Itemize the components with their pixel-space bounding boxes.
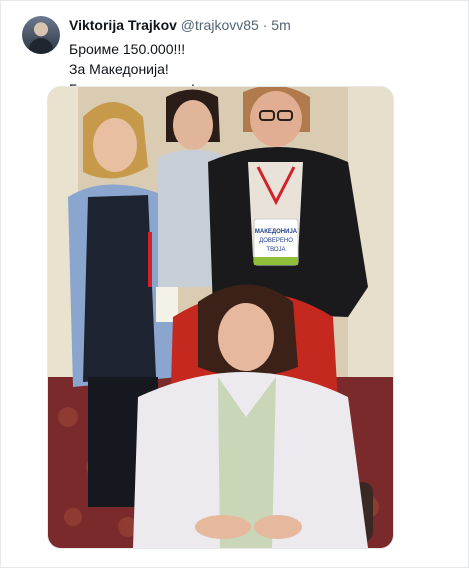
separator-dot: · bbox=[262, 17, 268, 33]
tweet-text-line: Броиме 150.000!!! bbox=[69, 41, 186, 57]
tweet-header: Viktorija Trajkov @trajkovv85 · 5m bbox=[69, 16, 449, 34]
tweet-text-line: За Македонија! bbox=[69, 61, 169, 77]
badge-line-1: МАКЕДОНИЈА bbox=[255, 229, 298, 235]
avatar[interactable] bbox=[22, 16, 60, 54]
badge-line-2: ДОВЕРЕНО bbox=[259, 238, 293, 244]
photo-illustration: МАКЕДОНИЈА ДОВЕРЕНО ТВОЈА bbox=[48, 87, 393, 548]
tweet-photo[interactable]: МАКЕДОНИЈА ДОВЕРЕНО ТВОЈА bbox=[47, 86, 394, 549]
author-name[interactable]: Viktorija Trajkov bbox=[69, 17, 177, 33]
badge-line-3: ТВОЈА bbox=[266, 247, 285, 253]
author-handle[interactable]: @trajkovv85 bbox=[181, 17, 259, 33]
timestamp[interactable]: 5m bbox=[271, 17, 290, 33]
lanyard-badge: МАКЕДОНИЈА ДОВЕРЕНО ТВОЈА bbox=[253, 218, 299, 266]
